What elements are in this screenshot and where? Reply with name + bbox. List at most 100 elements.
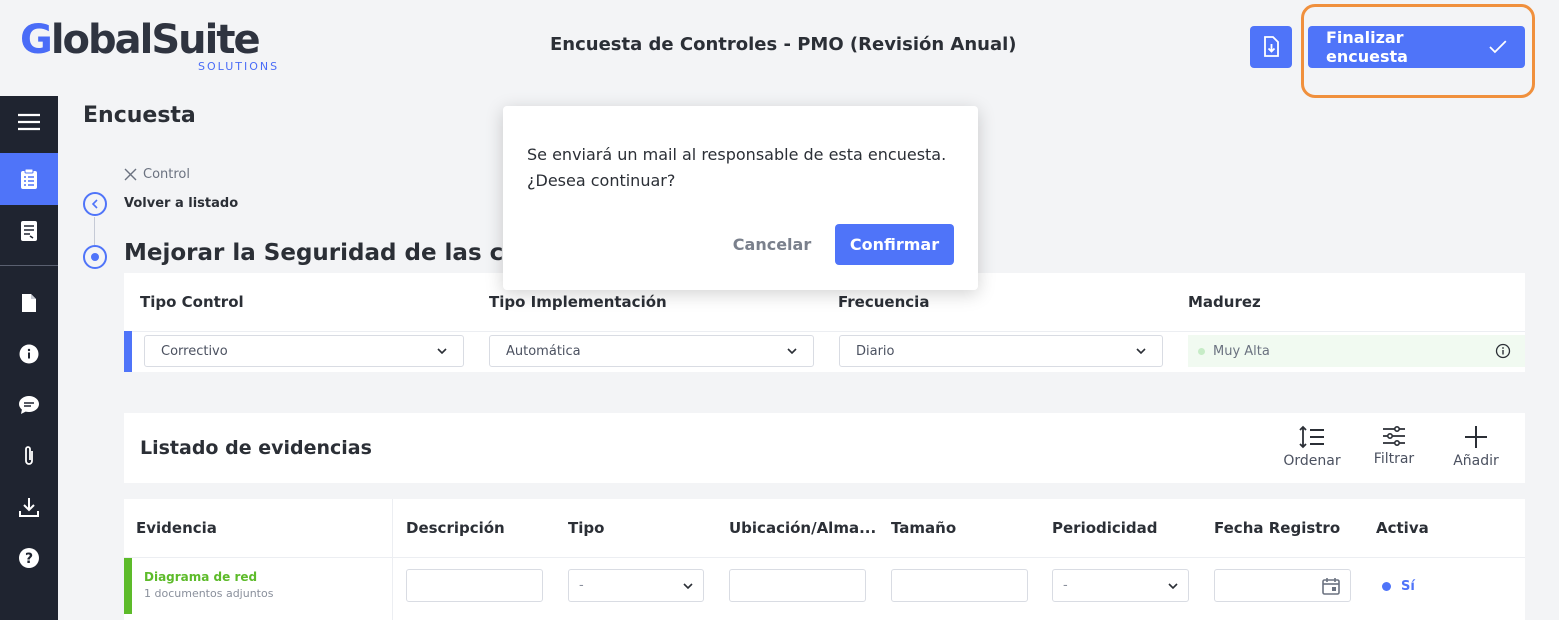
column-header[interactable]: Tamaño	[891, 519, 956, 537]
filter-button[interactable]: Filtrar	[1359, 425, 1429, 467]
logo-text: lobalSuite	[50, 17, 261, 63]
add-evidence-button[interactable]: Añadir	[1441, 425, 1511, 469]
filter-icon	[1383, 425, 1405, 447]
confirm-message-line-1: Se enviará un mail al responsable de est…	[527, 145, 947, 164]
breadcrumb-label: Control	[143, 167, 190, 182]
sidebar-item-attachments[interactable]	[0, 430, 58, 482]
sidebar-item-files[interactable]	[0, 277, 58, 329]
sidebar-item-survey[interactable]	[0, 153, 58, 205]
maturity-level-dot	[1198, 347, 1205, 355]
column-separator	[392, 499, 393, 620]
periodicity-select[interactable]: -	[1052, 569, 1189, 602]
chevron-down-icon	[787, 348, 797, 354]
svg-text:?: ?	[25, 551, 33, 567]
file-icon	[22, 294, 36, 312]
column-header[interactable]: Activa	[1376, 519, 1429, 537]
evidence-name-link[interactable]: Diagrama de red	[144, 570, 257, 584]
finish-survey-button[interactable]: Finalizar encuesta	[1308, 26, 1525, 68]
tipo-control-value: Correctivo	[161, 343, 228, 359]
sidebar-item-document-list[interactable]	[0, 205, 58, 257]
info-icon	[19, 344, 39, 364]
confirm-dialog-message: Se enviará un mail al responsable de est…	[527, 142, 967, 194]
sidebar-item-comments[interactable]	[0, 379, 58, 431]
filter-label: Filtrar	[1373, 451, 1415, 467]
plus-icon	[1465, 426, 1487, 448]
evidence-attachments-count: 1 documentos adjuntos	[144, 587, 274, 600]
column-header[interactable]: Tipo	[568, 519, 604, 537]
evidence-list-header: Listado de evidencias Ordenar Filtrar Añ…	[124, 413, 1525, 483]
tipo-value: -	[579, 578, 584, 593]
chevron-down-icon	[683, 582, 693, 589]
sidebar-divider	[0, 265, 58, 266]
sidebar-item-download[interactable]	[0, 481, 58, 533]
clipboard-icon	[21, 168, 37, 189]
column-header[interactable]: Ubicación/Alma...	[729, 519, 876, 537]
sidebar-item-info[interactable]	[0, 328, 58, 380]
header-tipo-control: Tipo Control	[140, 293, 244, 311]
globalsuite-logo[interactable]: GlobalSuite SOLUTIONS	[20, 17, 277, 73]
current-step-indicator	[83, 245, 107, 269]
column-header[interactable]: Fecha Registro	[1214, 519, 1340, 537]
sidebar-item-help[interactable]: ?	[0, 532, 58, 584]
finish-survey-label: Finalizar encuesta	[1326, 28, 1408, 66]
size-input[interactable]	[891, 569, 1028, 602]
column-header[interactable]: Descripción	[406, 519, 505, 537]
tipo-implementacion-select[interactable]: Automática	[489, 335, 814, 367]
chevron-down-icon	[437, 348, 447, 354]
confirm-button[interactable]: Confirmar	[835, 224, 954, 265]
check-icon	[1489, 40, 1507, 54]
back-to-list-link[interactable]: Volver a listado	[124, 196, 238, 211]
tipo-select[interactable]: -	[568, 569, 704, 602]
active-status-label: Sí	[1401, 579, 1415, 594]
table-header-divider	[124, 557, 1525, 558]
madurez-field: Muy Alta	[1188, 335, 1525, 367]
chevron-left-icon	[91, 199, 98, 209]
chevron-down-icon	[1168, 582, 1178, 589]
calendar-icon[interactable]	[1322, 577, 1340, 595]
madurez-value: Muy Alta	[1213, 343, 1270, 359]
cancel-button[interactable]: Cancelar	[717, 224, 827, 264]
location-input[interactable]	[729, 569, 866, 602]
menu-icon	[18, 113, 40, 131]
active-status-dot	[1382, 582, 1391, 591]
sort-icon	[1299, 425, 1324, 449]
control-title: Mejorar la Seguridad de las conex	[124, 240, 566, 266]
periodicity-value: -	[1063, 578, 1068, 593]
header-madurez: Madurez	[1188, 293, 1261, 311]
order-button[interactable]: Ordenar	[1277, 425, 1347, 469]
download-file-icon	[1264, 36, 1279, 57]
breadcrumb: Control	[124, 167, 190, 182]
info-circle-icon[interactable]	[1495, 343, 1511, 359]
header-tipo-implementacion: Tipo Implementación	[489, 293, 667, 311]
description-input[interactable]	[406, 569, 543, 602]
help-icon: ?	[19, 548, 39, 568]
row-accent-bar	[124, 331, 132, 372]
current-step-dot	[91, 253, 99, 261]
download-survey-button[interactable]	[1250, 26, 1292, 68]
row-status-bar	[124, 558, 132, 614]
column-header[interactable]: Periodicidad	[1052, 519, 1158, 537]
tipo-implementacion-value: Automática	[506, 343, 581, 359]
active-status[interactable]: Sí	[1382, 579, 1415, 594]
back-button[interactable]	[83, 192, 107, 216]
tools-icon	[124, 168, 137, 181]
add-label: Añadir	[1453, 453, 1499, 469]
column-header[interactable]: Evidencia	[136, 519, 217, 537]
paperclip-icon	[25, 446, 33, 465]
tipo-control-select[interactable]: Correctivo	[144, 335, 464, 367]
section-title: Encuesta	[83, 103, 196, 128]
order-label: Ordenar	[1283, 453, 1341, 469]
menu-toggle[interactable]	[0, 96, 58, 148]
page-title: Encuesta de Controles - PMO (Revisión An…	[550, 34, 1017, 55]
confirm-dialog: Se enviará un mail al responsable de est…	[503, 106, 978, 290]
logo-subtitle: SOLUTIONS	[198, 60, 280, 73]
frecuencia-select[interactable]: Diario	[839, 335, 1163, 367]
header-frecuencia: Frecuencia	[838, 293, 930, 311]
confirm-message-line-2: ¿Desea continuar?	[527, 171, 676, 190]
step-connector	[94, 217, 95, 245]
evidence-list-title: Listado de evidencias	[140, 437, 372, 459]
date-input[interactable]	[1214, 569, 1351, 602]
app-header: GlobalSuite SOLUTIONS Encuesta de Contro…	[0, 0, 1559, 98]
evidence-table: Evidencia Descripción Tipo Ubicación/Alm…	[124, 499, 1525, 620]
download-icon	[19, 498, 39, 517]
